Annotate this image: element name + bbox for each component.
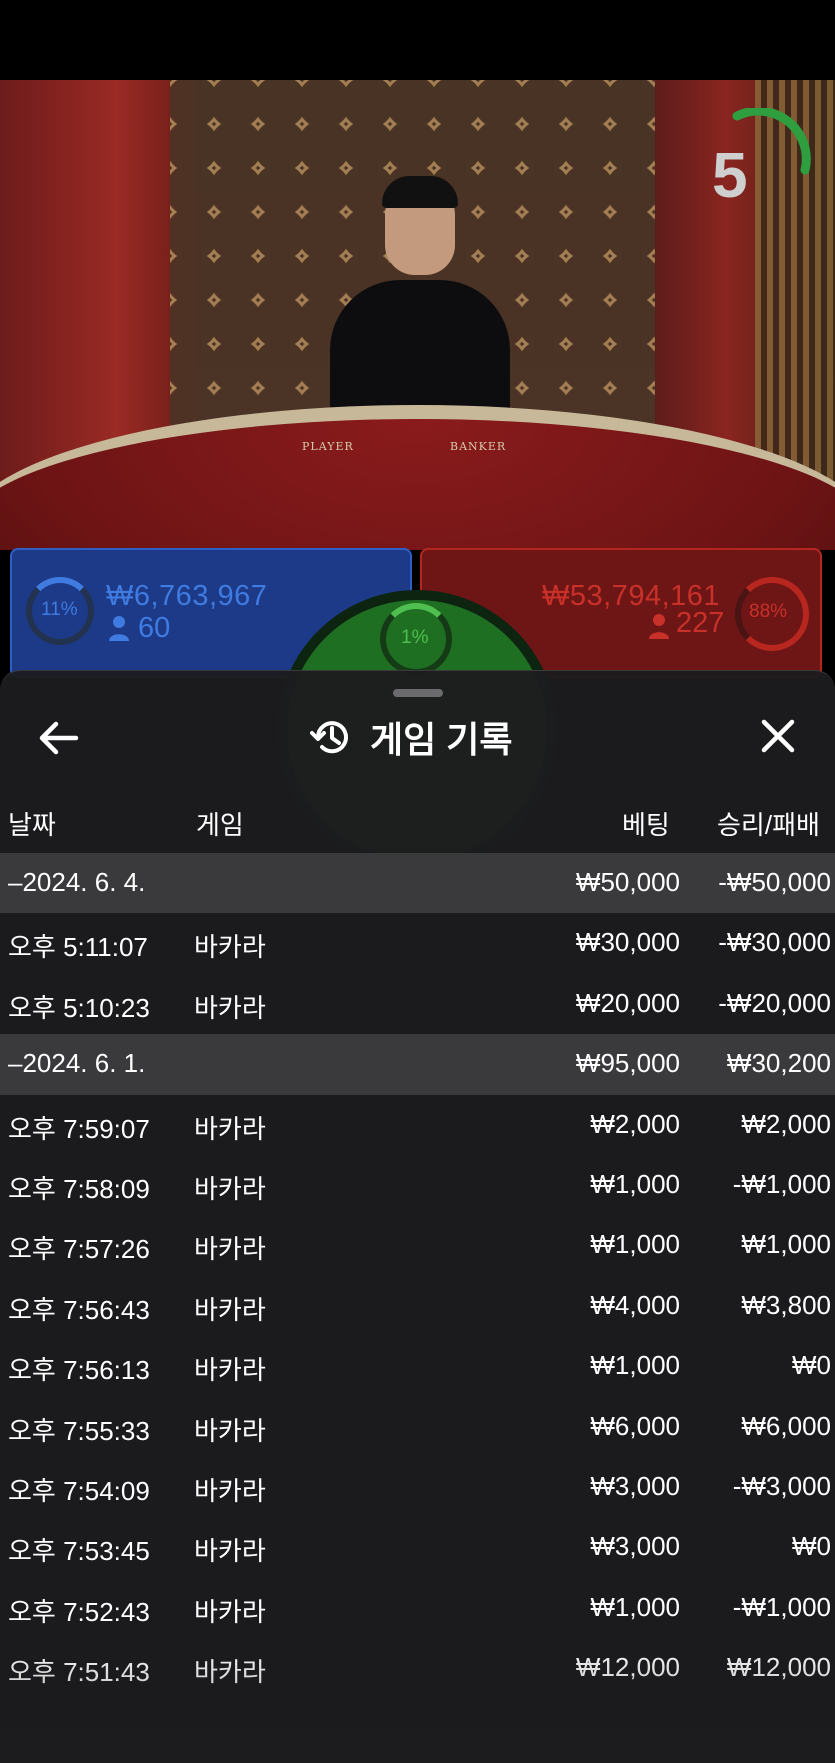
row-game: 바카라: [194, 1294, 266, 1325]
row-date: 오후 7:52:43: [8, 1596, 150, 1627]
row-game: 바카라: [194, 1475, 266, 1506]
row-bet: ₩50,000: [575, 867, 680, 897]
row-result: -₩3,000: [732, 1470, 831, 1501]
row-game: 바카라: [194, 1355, 266, 1386]
row-game: 바카라: [194, 992, 266, 1023]
history-row[interactable]: 오후 7:51:43 바카라 ₩12,000 ₩12,000: [0, 1638, 835, 1698]
row-bet: ₩1,000: [590, 1350, 680, 1381]
table-label-player: PLAYER: [302, 440, 354, 453]
row-game: 바카라: [194, 932, 266, 963]
row-result: ₩0: [792, 1350, 831, 1381]
history-row[interactable]: 오후 7:57:26 바카라 ₩1,000 ₩1,000: [0, 1215, 835, 1275]
row-bet: ₩12,000: [575, 1652, 680, 1683]
history-row[interactable]: 오후 7:53:45 바카라 ₩3,000 ₩0: [0, 1517, 835, 1577]
row-bet: ₩1,000: [590, 1229, 680, 1260]
countdown-number: 5: [712, 139, 748, 211]
history-row[interactable]: 오후 7:55:33 바카라 ₩6,000 ₩6,000: [0, 1397, 835, 1457]
history-row[interactable]: 오후 7:56:43 바카라 ₩4,000 ₩3,800: [0, 1276, 835, 1336]
player-count-icon: [108, 614, 130, 642]
column-header-bet: 베팅: [622, 810, 670, 840]
back-button[interactable]: [36, 718, 80, 758]
tie-percent: 1%: [401, 627, 429, 648]
column-header-game: 게임: [196, 810, 244, 840]
row-game: 바카라: [194, 1657, 266, 1688]
row-result: ₩3,800: [741, 1289, 831, 1320]
row-date: 오후 7:56:43: [8, 1294, 150, 1325]
row-bet: ₩6,000: [590, 1410, 680, 1441]
row-bet: ₩20,000: [575, 987, 680, 1018]
row-bet: ₩3,000: [590, 1470, 680, 1501]
row-result: ₩12,000: [726, 1652, 831, 1683]
row-result: -₩50,000: [718, 867, 831, 897]
row-date: –2024. 6. 4.: [8, 867, 146, 897]
row-bet: ₩4,000: [590, 1289, 680, 1320]
row-game: 바카라: [194, 1113, 266, 1144]
row-result: ₩2,000: [741, 1108, 831, 1139]
row-bet: ₩2,000: [590, 1108, 680, 1139]
history-row[interactable]: 오후 5:11:07 바카라 ₩30,000 -₩30,000: [0, 913, 835, 973]
row-result: ₩0: [792, 1531, 831, 1562]
column-header-result: 승리/패배: [717, 810, 820, 840]
page-title: 게임 기록: [370, 719, 513, 760]
history-row[interactable]: 오후 7:58:09 바카라 ₩1,000 -₩1,000: [0, 1155, 835, 1215]
close-icon: [761, 719, 795, 753]
date-group-row[interactable]: –2024. 6. 4. ₩50,000 -₩50,000: [0, 853, 835, 914]
history-header: 게임 기록: [310, 712, 512, 762]
row-date: 오후 7:55:33: [8, 1415, 150, 1446]
row-game: 바카라: [194, 1173, 266, 1204]
date-group-row[interactable]: –2024. 6. 1. ₩95,000 ₩30,200: [0, 1034, 835, 1095]
history-row[interactable]: 오후 7:52:43 바카라 ₩1,000 -₩1,000: [0, 1578, 835, 1638]
row-date: 오후 7:53:45: [8, 1536, 150, 1567]
top-status-area: [0, 0, 835, 80]
row-result: -₩1,000: [732, 1591, 831, 1622]
row-date: 오후 5:10:23: [8, 992, 150, 1023]
player-percent: 11%: [41, 599, 78, 620]
sheet-drag-handle[interactable]: [393, 689, 443, 697]
row-result: -₩1,000: [732, 1168, 831, 1199]
banker-percent: 88%: [749, 601, 788, 622]
row-result: -₩20,000: [718, 987, 831, 1018]
banker-count: 227: [676, 607, 725, 639]
history-row[interactable]: 오후 5:10:23 바카라 ₩20,000 -₩20,000: [0, 974, 835, 1034]
row-bet: ₩1,000: [590, 1168, 680, 1199]
row-date: 오후 7:54:09: [8, 1475, 150, 1506]
close-button[interactable]: [756, 714, 800, 758]
row-date: 오후 7:57:26: [8, 1234, 150, 1265]
history-list: –2024. 6. 4. ₩50,000 -₩50,000 오후 5:11:07 바카라…: [0, 853, 835, 1698]
row-game: 바카라: [194, 1536, 266, 1567]
row-date: 오후 7:58:09: [8, 1173, 150, 1204]
row-result: ₩30,200: [726, 1048, 831, 1079]
history-icon: [310, 721, 348, 754]
row-bet: ₩1,000: [590, 1591, 680, 1622]
row-result: -₩30,000: [718, 927, 831, 958]
row-game: 바카라: [194, 1596, 266, 1627]
history-row[interactable]: 오후 7:56:13 바카라 ₩1,000 ₩0: [0, 1336, 835, 1396]
row-date: 오후 5:11:07: [8, 932, 148, 963]
table-label-banker: BANKER: [450, 440, 507, 453]
dealer-hair: [382, 176, 458, 208]
row-date: 오후 7:56:13: [8, 1355, 150, 1386]
row-date: –2024. 6. 1.: [8, 1048, 146, 1079]
row-result: ₩6,000: [741, 1410, 831, 1441]
row-bet: ₩95,000: [575, 1048, 680, 1079]
row-date: 오후 7:59:07: [8, 1113, 150, 1144]
history-row[interactable]: 오후 7:59:07 바카라 ₩2,000 ₩2,000: [0, 1095, 835, 1155]
row-bet: ₩3,000: [590, 1531, 680, 1562]
row-result: ₩1,000: [741, 1229, 831, 1260]
arrow-left-icon: [39, 721, 79, 755]
row-date: 오후 7:51:43: [8, 1657, 150, 1688]
row-game: 바카라: [194, 1234, 266, 1265]
row-game: 바카라: [194, 1415, 266, 1446]
history-row[interactable]: 오후 7:54:09 바카라 ₩3,000 -₩3,000: [0, 1457, 835, 1517]
player-bet-amount: ₩6,763,967: [106, 580, 268, 612]
column-header-date: 날짜: [8, 810, 56, 840]
row-bet: ₩30,000: [575, 927, 680, 958]
player-count: 60: [138, 612, 171, 644]
banker-count-icon: [648, 612, 670, 640]
